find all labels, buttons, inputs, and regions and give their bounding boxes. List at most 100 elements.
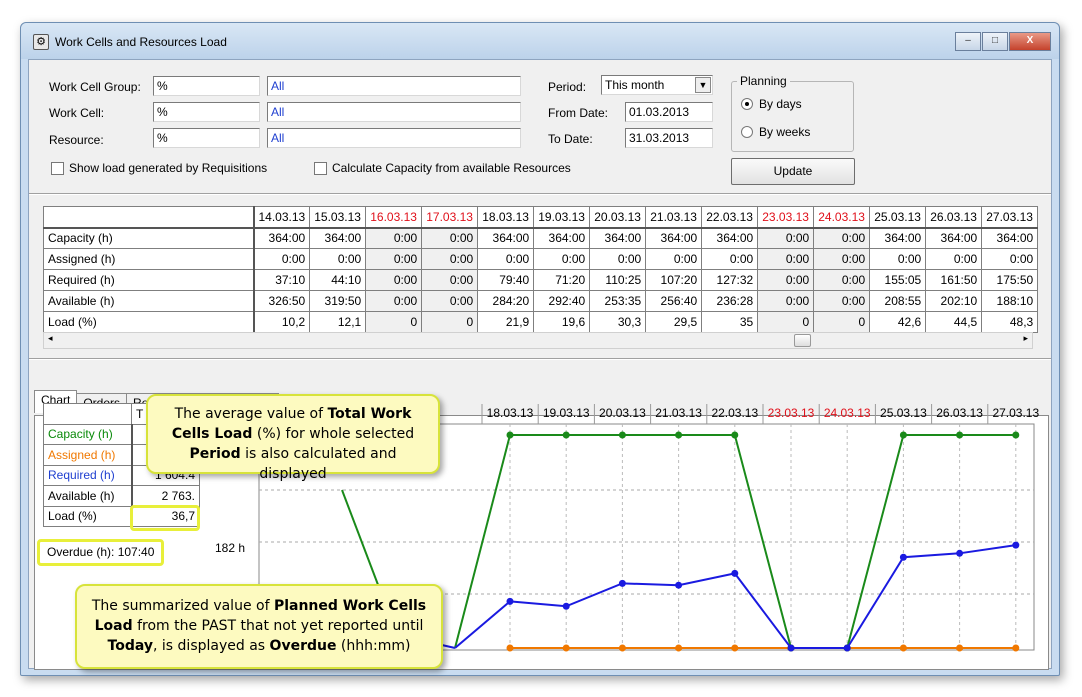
- grid-row-header: Load (%): [43, 311, 255, 333]
- by-days-radio[interactable]: [741, 98, 753, 110]
- scroll-left-icon[interactable]: ◂: [48, 333, 53, 344]
- by-weeks-label: By weeks: [759, 125, 811, 139]
- callout-text: The summarized value of: [91, 598, 274, 614]
- callout-text: Period: [189, 446, 241, 462]
- horizontal-scrollbar[interactable]: ◂ ▸: [43, 332, 1033, 349]
- summary-row-label: Required (h): [43, 464, 133, 486]
- callout-text: from the PAST that not yet reported unti…: [132, 618, 424, 634]
- grid-cell: 364:00: [701, 227, 759, 249]
- grid-cell: 284:20: [477, 290, 535, 312]
- divider: [29, 193, 1051, 195]
- grid-cell: 0:00: [365, 227, 423, 249]
- grid-cell: 30,3: [589, 311, 647, 333]
- grid-cell: 48,3: [981, 311, 1039, 333]
- callout-average-load: The average value of Total Work Cells Lo…: [146, 394, 440, 482]
- y-tick-label: 182 h: [215, 541, 246, 555]
- grid-cell: 364:00: [309, 227, 367, 249]
- period-label: Period:: [548, 80, 587, 94]
- grid-cell: 0:00: [589, 248, 647, 270]
- work-cell-code-input[interactable]: %: [153, 102, 260, 122]
- callout-text: Overdue: [269, 638, 337, 654]
- table-row: Load (%) 10,2 12,1 0 0 21,9 19,6 30,3 29,5 35 0 0 42…: [43, 311, 1039, 333]
- grid-column-header: 15.03.13: [309, 206, 367, 229]
- chevron-down-icon[interactable]: ▼: [695, 77, 711, 93]
- grid-cell: 12,1: [309, 311, 367, 333]
- work-cell-group-name-input[interactable]: All: [267, 76, 521, 96]
- grid-cell: 0:00: [477, 248, 535, 270]
- callout-text: The average value of: [174, 406, 328, 422]
- grid-column-header: 26.03.13: [925, 206, 983, 229]
- from-date-input[interactable]: 01.03.2013: [625, 102, 713, 122]
- grid-cell: 0:00: [813, 227, 871, 249]
- window-title: Work Cells and Resources Load: [55, 35, 227, 49]
- grid-cell: 161:50: [925, 269, 983, 291]
- period-select[interactable]: This month ▼: [601, 75, 713, 95]
- callout-text: (hhh:mm): [336, 638, 411, 654]
- grid-cell: 19,6: [533, 311, 591, 333]
- callout-text: (%) for whole selected: [252, 426, 415, 442]
- grid-cell: 364:00: [477, 227, 535, 249]
- grid-column-header: 22.03.13: [701, 206, 759, 229]
- period-value: This month: [605, 78, 665, 92]
- grid-cell: 0:00: [533, 248, 591, 270]
- minimize-button[interactable]: –: [955, 32, 981, 51]
- show-requisitions-checkbox[interactable]: [51, 162, 64, 175]
- work-cell-name-input[interactable]: All: [267, 102, 521, 122]
- grid-cell: 0:00: [981, 248, 1039, 270]
- summary-row-label: Assigned (h): [43, 444, 133, 466]
- summary-corner-cell: [43, 403, 132, 425]
- grid-cell: 319:50: [309, 290, 367, 312]
- grid-cell: 188:10: [981, 290, 1039, 312]
- by-days-label: By days: [759, 97, 802, 111]
- grid-cell: 44:10: [309, 269, 367, 291]
- update-button[interactable]: Update: [731, 158, 855, 185]
- grid-cell: 10,2: [252, 311, 311, 333]
- work-cell-group-code-input[interactable]: %: [153, 76, 260, 96]
- to-date-input[interactable]: 31.03.2013: [625, 128, 713, 148]
- grid-cell: 0:00: [869, 248, 927, 270]
- resource-code-input[interactable]: %: [153, 128, 260, 148]
- grid-cell: 110:25: [589, 269, 647, 291]
- calc-capacity-checkbox[interactable]: [314, 162, 327, 175]
- grid-column-header: 25.03.13: [869, 206, 927, 229]
- resource-name-input[interactable]: All: [267, 128, 521, 148]
- grid-cell: 256:40: [645, 290, 703, 312]
- grid-cell: 0:00: [757, 290, 815, 312]
- table-row: Assigned (h) 0:00 0:00 0:00 0:00 0:00 0:00 0:00…: [43, 248, 1039, 270]
- close-button[interactable]: X: [1009, 32, 1051, 51]
- load-highlight: [130, 505, 200, 531]
- grid-cell: 364:00: [645, 227, 703, 249]
- maximize-button[interactable]: □: [982, 32, 1008, 51]
- title-bar[interactable]: ⚙ Work Cells and Resources Load – □ X: [21, 23, 1059, 59]
- by-weeks-radio[interactable]: [741, 126, 753, 138]
- planning-group: [731, 81, 854, 152]
- grid-column-header: 21.03.13: [645, 206, 703, 229]
- grid-cell: 0:00: [925, 248, 983, 270]
- grid-row-header: Required (h): [43, 269, 255, 291]
- grid-cell: 208:55: [869, 290, 927, 312]
- show-requisitions-label: Show load generated by Requisitions: [69, 161, 268, 175]
- grid-corner-cell: [43, 206, 255, 229]
- table-row: Required (h) 37:10 44:10 0:00 0:00 79:40 71:20…: [43, 269, 1039, 291]
- grid-cell: 21,9: [477, 311, 535, 333]
- grid-column-header: 23.03.13: [757, 206, 815, 229]
- grid-cell: 364:00: [925, 227, 983, 249]
- grid-cell: 0:00: [365, 248, 423, 270]
- calc-capacity-label: Calculate Capacity from available Resour…: [332, 161, 571, 175]
- grid-cell: 0:00: [421, 227, 479, 249]
- grid-cell: 364:00: [981, 227, 1039, 249]
- grid-cell: 175:50: [981, 269, 1039, 291]
- grid-cell: 0:00: [757, 227, 815, 249]
- grid-cell: 0: [757, 311, 815, 333]
- grid-cell: 44,5: [925, 311, 983, 333]
- grid-column-header: 16.03.13: [365, 206, 423, 229]
- work-cell-group-label: Work Cell Group:: [49, 80, 141, 94]
- grid-cell: 326:50: [252, 290, 311, 312]
- grid-column-header: 17.03.13: [421, 206, 479, 229]
- grid-cell: 127:32: [701, 269, 759, 291]
- work-cell-label: Work Cell:: [49, 106, 105, 120]
- scroll-right-icon[interactable]: ▸: [1023, 333, 1028, 344]
- grid-cell: 0:00: [421, 248, 479, 270]
- scroll-thumb[interactable]: [794, 334, 811, 347]
- divider: [29, 358, 1051, 360]
